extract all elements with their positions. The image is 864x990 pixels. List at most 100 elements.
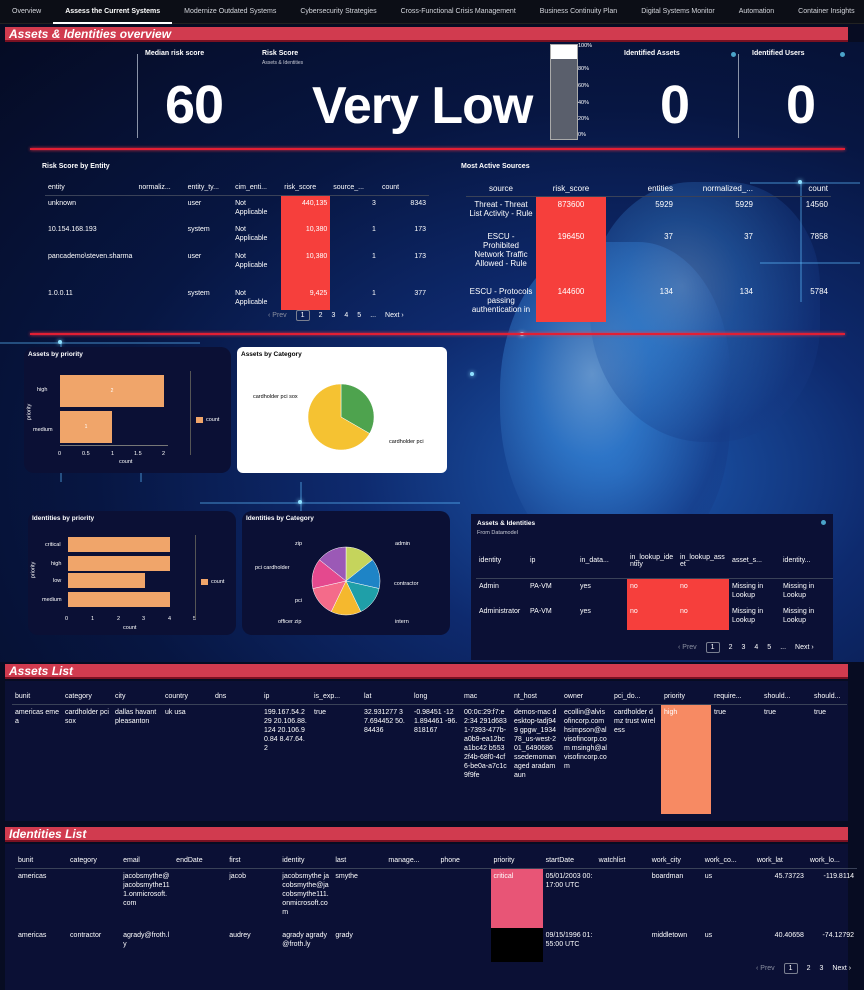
column-header[interactable]: entities xyxy=(606,182,676,197)
column-header[interactable]: should... xyxy=(761,690,811,705)
column-header[interactable]: bunit xyxy=(15,854,68,869)
table-row[interactable]: 1.0.0.11 system Not Applicable 9,425 1 3… xyxy=(45,286,429,310)
prev-page-button[interactable]: ‹ Prev xyxy=(268,312,287,319)
column-header[interactable]: normalized_... xyxy=(676,182,756,197)
column-header[interactable]: entity_ty... xyxy=(184,181,233,196)
tab-cybersecurity-strategies[interactable]: Cybersecurity Strategies xyxy=(288,0,388,24)
prev-page-button[interactable]: ‹ Prev xyxy=(756,965,775,972)
column-header[interactable]: should... xyxy=(811,690,847,705)
column-header[interactable]: first xyxy=(226,854,280,869)
next-page-button[interactable]: Next › xyxy=(795,644,814,651)
column-header[interactable]: count xyxy=(756,182,831,197)
page-button[interactable]: 5 xyxy=(357,312,361,319)
x-tick: 1 xyxy=(111,451,115,457)
column-header[interactable]: ip xyxy=(527,544,577,579)
column-header[interactable]: lat xyxy=(361,690,411,705)
page-button[interactable]: 3 xyxy=(819,965,823,972)
column-header[interactable]: owner xyxy=(561,690,611,705)
bar-high[interactable]: 2 xyxy=(60,375,164,407)
cell: Missing in Lookup xyxy=(783,582,815,599)
column-header[interactable]: phone xyxy=(437,854,491,869)
table-row[interactable]: americas jacobsmythe@jacobsmythe111.onmic… xyxy=(15,868,857,928)
page-button[interactable]: 1 xyxy=(783,963,798,974)
bar-low[interactable] xyxy=(68,573,145,588)
column-header[interactable]: country xyxy=(162,690,212,705)
table-row[interactable]: ESCU - Prohibited Network Traffic Allowe… xyxy=(466,229,831,284)
prev-page-button[interactable]: ‹ Prev xyxy=(678,644,697,651)
page-button[interactable]: 5 xyxy=(767,644,771,651)
table-row[interactable]: ESCU - Protocols passing authentication … xyxy=(466,284,831,322)
column-header[interactable]: risk_score xyxy=(536,182,606,197)
column-header[interactable]: risk_score xyxy=(281,181,331,196)
table-row[interactable]: americas emea cardholder pci sox dallas ha… xyxy=(12,704,847,814)
column-header[interactable]: mac xyxy=(461,690,511,705)
tab-crisis-management[interactable]: Cross-Functional Crisis Management xyxy=(389,0,528,24)
next-page-button[interactable]: Next › xyxy=(832,965,851,972)
column-header[interactable]: normaliz... xyxy=(135,181,185,196)
page-button[interactable]: 1 xyxy=(295,310,310,321)
column-header[interactable]: identity... xyxy=(780,544,833,579)
column-header[interactable]: city xyxy=(112,690,162,705)
tab-overview[interactable]: Overview xyxy=(0,0,53,24)
bar-critical[interactable] xyxy=(68,537,171,552)
page-button[interactable]: 3 xyxy=(741,644,745,651)
tab-assess-current-systems[interactable]: Assess the Current Systems xyxy=(53,0,173,24)
column-header[interactable]: email xyxy=(120,854,174,869)
page-button[interactable]: 3 xyxy=(331,312,335,319)
table-row[interactable]: pancademo\steven.sharma user Not Applica… xyxy=(45,249,429,286)
column-header[interactable]: in_data... xyxy=(577,544,627,579)
table-row[interactable]: Threat - Threat List Activity - Rule 873… xyxy=(466,196,831,229)
column-header[interactable]: dns xyxy=(212,690,261,705)
column-header[interactable]: is_exp... xyxy=(311,690,361,705)
tab-digital-systems-monitor[interactable]: Digital Systems Monitor xyxy=(629,0,727,24)
bar-high[interactable] xyxy=(68,556,171,571)
page-button[interactable]: 2 xyxy=(807,965,811,972)
column-header[interactable]: last xyxy=(332,854,386,869)
column-header[interactable]: bunit xyxy=(12,690,62,705)
column-header[interactable]: identity xyxy=(476,544,527,579)
column-header[interactable]: pci_do... xyxy=(611,690,661,705)
column-header[interactable]: ip xyxy=(261,690,311,705)
column-header[interactable]: category xyxy=(62,690,112,705)
column-header[interactable]: source xyxy=(466,182,536,197)
column-header[interactable]: work_co... xyxy=(701,854,754,869)
column-header[interactable]: work_lat xyxy=(753,854,807,869)
column-header[interactable]: long xyxy=(411,690,461,705)
column-header[interactable]: priority xyxy=(490,854,543,869)
column-header[interactable]: priority xyxy=(661,690,711,705)
page-button[interactable]: 2 xyxy=(729,644,733,651)
page-button[interactable]: 4 xyxy=(754,644,758,651)
table-row[interactable]: Admin PA-VM yes no no Missing in Lookup … xyxy=(476,578,833,604)
column-header[interactable]: startDate xyxy=(542,854,596,869)
column-header[interactable]: in_lookup_identity xyxy=(627,544,677,579)
table-row[interactable]: americas contractor agrady@froth.ly audrey a… xyxy=(15,928,857,962)
column-header[interactable]: category xyxy=(67,854,121,869)
column-header[interactable]: in_lookup_asset xyxy=(677,544,729,579)
column-header[interactable]: work_lo... xyxy=(806,854,857,869)
tab-business-continuity[interactable]: Business Continuity Plan xyxy=(528,0,629,24)
page-button[interactable]: 1 xyxy=(705,642,720,653)
next-page-button[interactable]: Next › xyxy=(385,312,404,319)
column-header[interactable]: asset_s... xyxy=(729,544,780,579)
column-header[interactable]: count xyxy=(378,181,429,196)
column-header[interactable]: manage... xyxy=(385,854,438,869)
column-header[interactable]: identity xyxy=(279,854,333,869)
column-header[interactable]: cim_enti... xyxy=(232,181,282,196)
table-row[interactable]: unknown user Not Applicable 440,135 3 83… xyxy=(45,195,429,222)
page-button[interactable]: 4 xyxy=(344,312,348,319)
table-row[interactable]: 10.154.168.193 system Not Applicable 10,… xyxy=(45,222,429,249)
column-header[interactable]: require... xyxy=(711,690,761,705)
tab-container-insights[interactable]: Container Insights xyxy=(786,0,864,24)
table-row[interactable]: Administrator PA-VM yes no no Missing in… xyxy=(476,604,833,630)
column-header[interactable]: nt_host xyxy=(511,690,561,705)
column-header[interactable]: work_city xyxy=(648,854,702,869)
tab-automation[interactable]: Automation xyxy=(727,0,786,24)
column-header[interactable]: source_... xyxy=(330,181,379,196)
tab-modernize-outdated-systems[interactable]: Modernize Outdated Systems xyxy=(172,0,288,24)
bar-medium[interactable] xyxy=(68,592,171,607)
bar-medium[interactable]: 1 xyxy=(60,411,112,443)
column-header[interactable]: endDate xyxy=(173,854,227,869)
column-header[interactable]: entity xyxy=(45,181,136,196)
page-button[interactable]: 2 xyxy=(319,312,323,319)
column-header[interactable]: watchlist xyxy=(595,854,649,869)
